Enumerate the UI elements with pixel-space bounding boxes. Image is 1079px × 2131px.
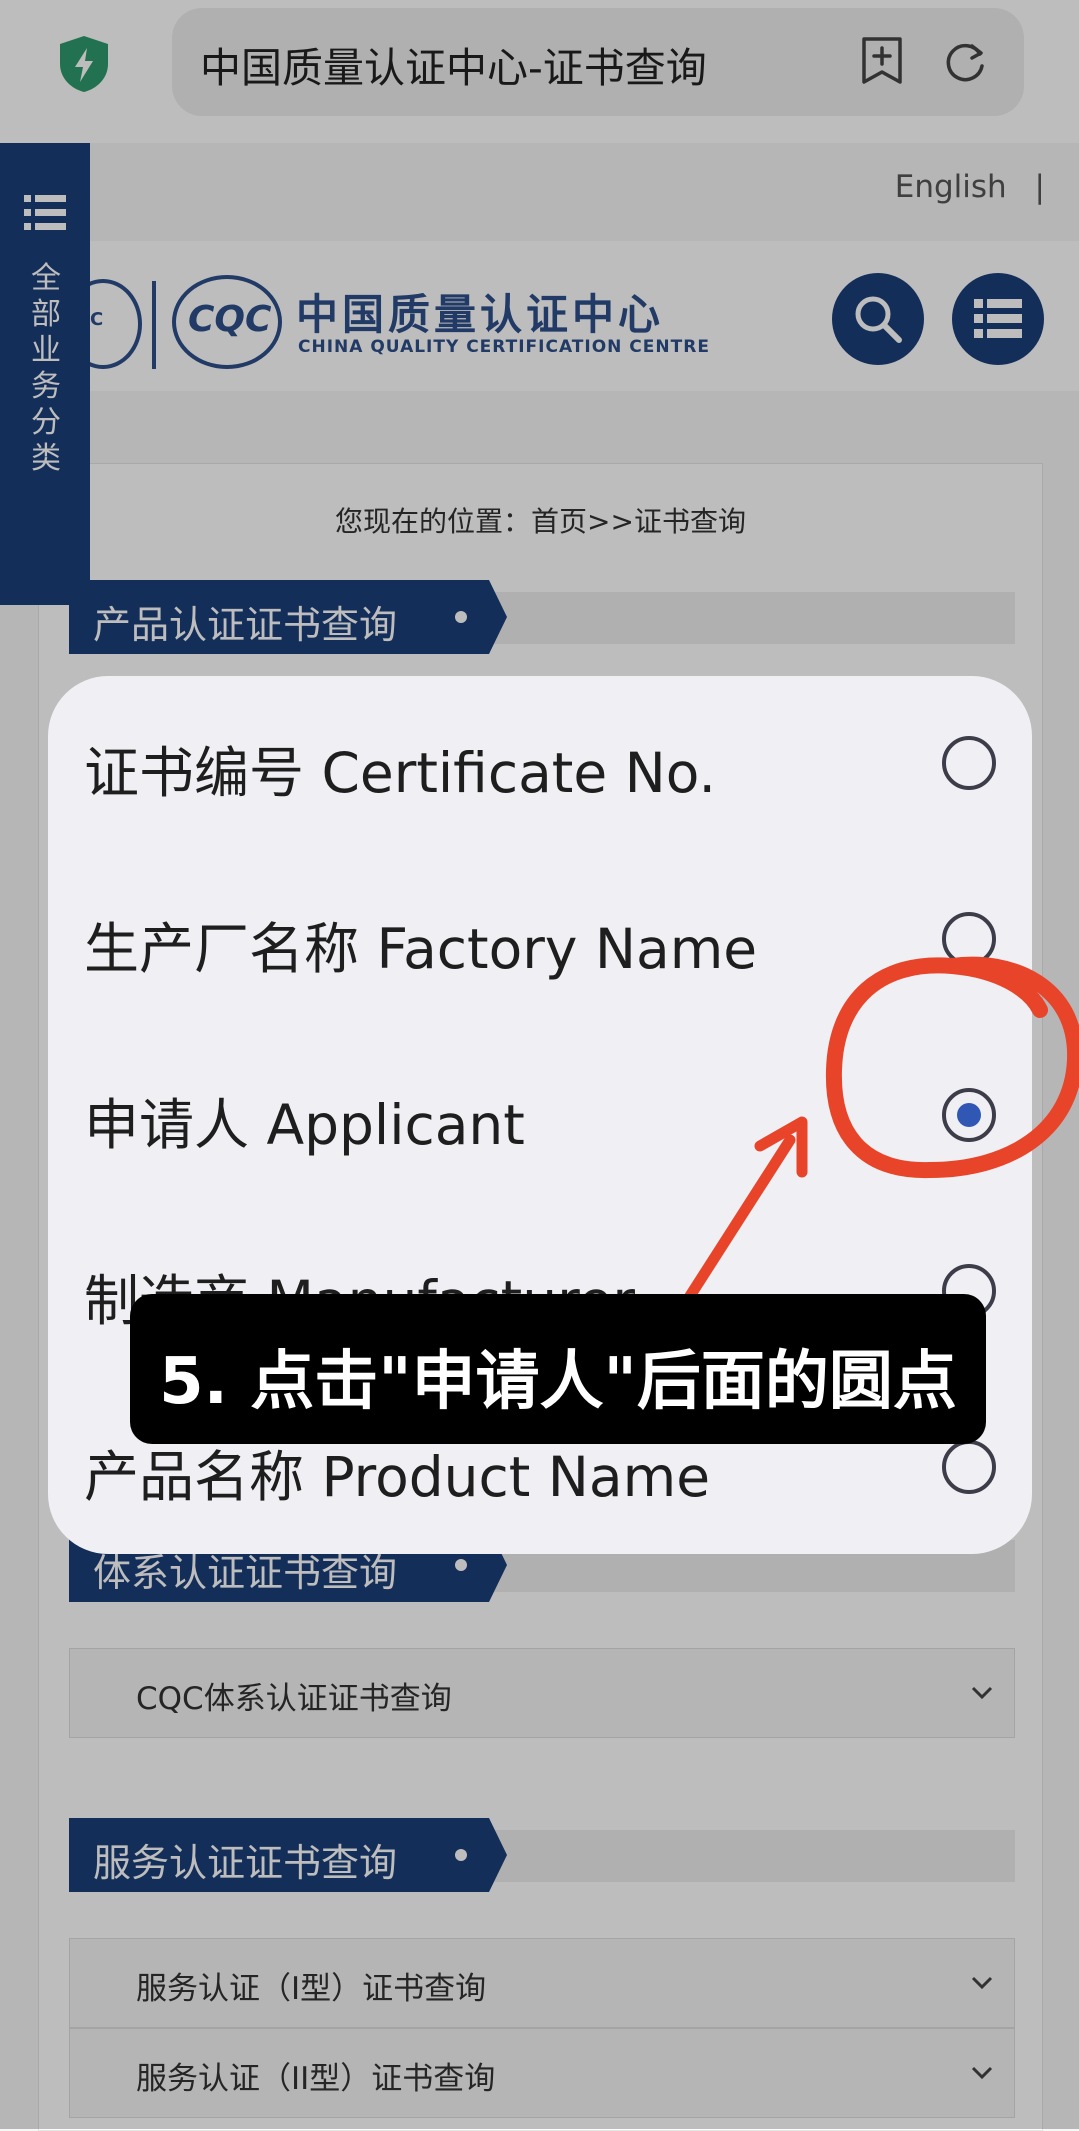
instruction-caption: 5. 点击"申请人"后面的圆点 xyxy=(130,1294,986,1444)
option-factory-name[interactable]: 生产厂名称 Factory Name xyxy=(48,852,1032,1028)
radio-button[interactable] xyxy=(942,1440,996,1494)
radio-button[interactable] xyxy=(942,736,996,790)
option-applicant[interactable]: 申请人 Applicant xyxy=(48,1028,1032,1204)
radio-button[interactable] xyxy=(942,912,996,966)
radio-button-selected[interactable] xyxy=(942,1088,996,1142)
option-certificate-no[interactable]: 证书编号 Certificate No. xyxy=(48,676,1032,852)
